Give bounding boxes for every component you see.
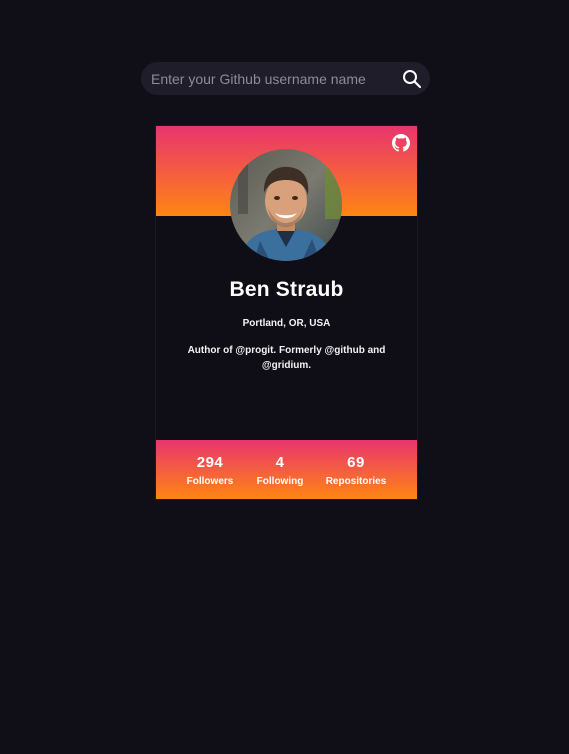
following-count: 4 bbox=[275, 454, 285, 471]
following-label: Following bbox=[256, 476, 304, 487]
profile-bio: Author of @progit. Formerly @github and … bbox=[187, 345, 386, 371]
search-input[interactable] bbox=[151, 62, 396, 95]
repositories-count: 69 bbox=[347, 454, 365, 471]
avatar bbox=[230, 149, 342, 261]
repositories-label: Repositories bbox=[325, 476, 387, 487]
search-button[interactable] bbox=[402, 69, 422, 89]
stat-following[interactable]: 4 Following bbox=[250, 454, 310, 487]
github-link[interactable] bbox=[392, 134, 410, 152]
followers-label: Followers bbox=[186, 476, 234, 487]
stat-followers[interactable]: 294 Followers bbox=[180, 454, 240, 487]
stats-bar: 294 Followers 4 Following 69 Repositorie… bbox=[156, 440, 417, 499]
search-bar bbox=[141, 62, 430, 95]
search-icon bbox=[403, 70, 422, 89]
profile-card: Ben Straub Portland, OR, USA Author of @… bbox=[155, 125, 418, 500]
profile-name: Ben Straub bbox=[229, 278, 344, 301]
stat-repositories[interactable]: 69 Repositories bbox=[321, 454, 391, 487]
avatar-photo bbox=[230, 149, 342, 261]
profile-location: Portland, OR, USA bbox=[242, 318, 331, 329]
github-icon bbox=[392, 134, 410, 152]
followers-count: 294 bbox=[196, 454, 224, 471]
